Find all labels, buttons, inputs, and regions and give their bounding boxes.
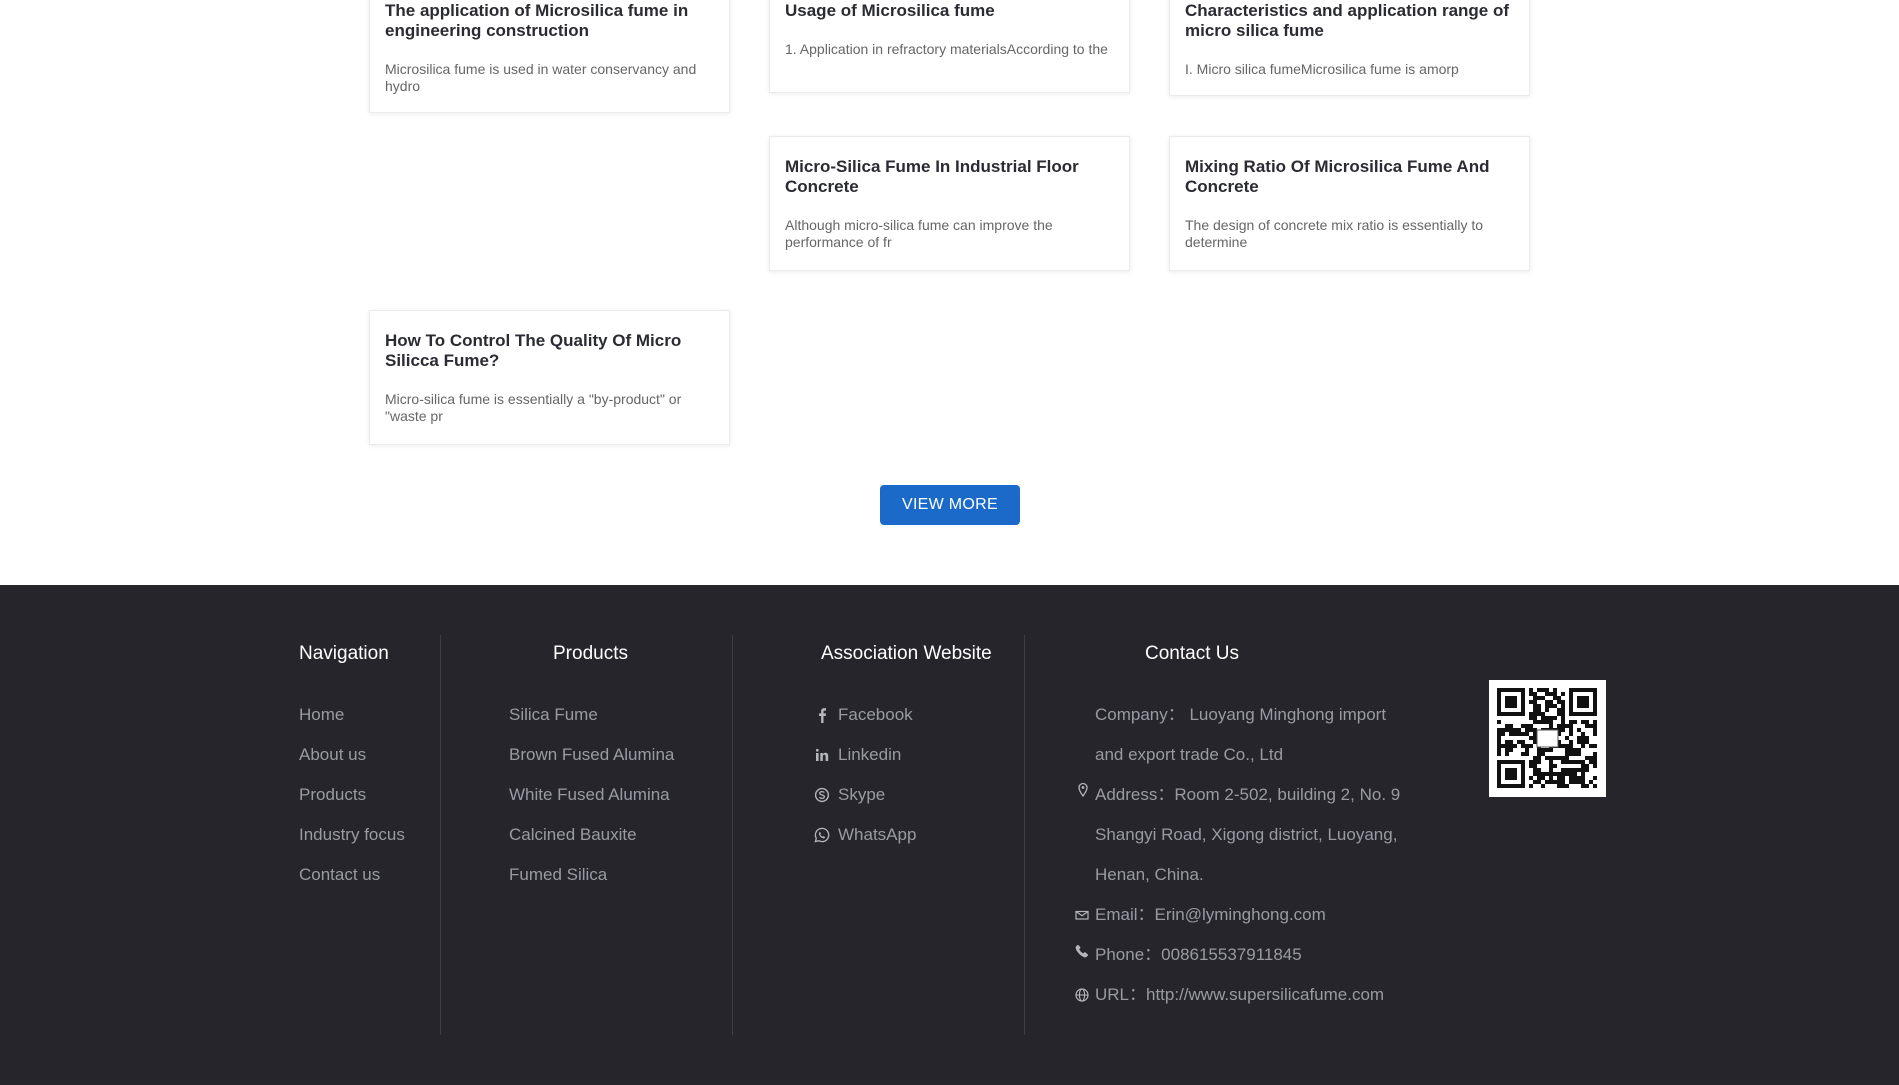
footer-link-products[interactable]: Products xyxy=(299,785,366,805)
article-excerpt: 1. Application in refractory materialsAc… xyxy=(785,41,1108,57)
email-icon xyxy=(1073,906,1091,924)
article-title[interactable]: Micro-Silica Fume In Industrial Floor Co… xyxy=(785,157,1114,197)
footer-navigation-title: Navigation xyxy=(299,643,389,664)
footer-product-white-fused-alumina[interactable]: White Fused Alumina xyxy=(509,785,670,805)
qr-code xyxy=(1489,680,1606,797)
footer-link-skype[interactable]: Skype xyxy=(838,785,885,805)
contact-address-cont: Henan, China. xyxy=(1095,865,1204,884)
footer-product-calcined-bauxite[interactable]: Calcined Bauxite xyxy=(509,825,637,845)
contact-phone: Phone：008615537911845 xyxy=(1095,945,1302,964)
footer-products-title: Products xyxy=(553,643,628,664)
article-title[interactable]: The application of Microsilica fume in e… xyxy=(385,1,714,41)
article-excerpt: Micro-silica fume is essentially a "by-p… xyxy=(385,391,682,424)
facebook-icon xyxy=(813,706,831,724)
contact-url[interactable]: URL：http://www.supersilicafume.com xyxy=(1095,985,1384,1005)
article-card[interactable]: Characteristics and application range of… xyxy=(1169,0,1530,96)
contact-address-cont: Shangyi Road, Xigong district, Luoyang, xyxy=(1095,825,1398,844)
contact-email[interactable]: Email：Erin@lyminghong.com xyxy=(1095,905,1326,925)
article-excerpt: Microsilica fume is used in water conser… xyxy=(385,61,697,94)
article-card[interactable]: How To Control The Quality Of Micro Sili… xyxy=(369,310,730,445)
linkedin-icon xyxy=(813,746,831,764)
location-pin-icon xyxy=(1074,781,1092,799)
article-card[interactable]: Mixing Ratio Of Microsilica Fume And Con… xyxy=(1169,136,1530,271)
footer-association-title: Association Website xyxy=(821,643,992,664)
footer-link-linkedin[interactable]: Linkedin xyxy=(838,745,901,765)
contact-company-cont: and export trade Co., Ltd xyxy=(1095,745,1284,764)
article-title[interactable]: Usage of Microsilica fume xyxy=(785,1,1114,21)
site-footer: Navigation Home About us Products Indust… xyxy=(0,585,1899,1085)
footer-product-brown-fused-alumina[interactable]: Brown Fused Alumina xyxy=(509,745,674,765)
footer-divider xyxy=(732,635,733,1035)
footer-product-fumed-silica[interactable]: Fumed Silica xyxy=(509,865,607,885)
contact-company: Company： Luoyang Minghong import xyxy=(1095,705,1387,724)
article-excerpt: The design of concrete mix ratio is esse… xyxy=(1185,217,1484,250)
footer-link-contact[interactable]: Contact us xyxy=(299,865,380,885)
qr-code-image xyxy=(1497,688,1597,788)
whatsapp-icon xyxy=(813,826,831,844)
article-card[interactable]: The application of Microsilica fume in e… xyxy=(369,0,730,113)
footer-link-industry-focus[interactable]: Industry focus xyxy=(299,825,405,845)
view-more-button[interactable]: VIEW MORE xyxy=(880,485,1020,525)
phone-icon xyxy=(1073,942,1091,960)
article-title[interactable]: How To Control The Quality Of Micro Sili… xyxy=(385,331,714,371)
contact-address: Address：Room 2-502, building 2, No. 9 xyxy=(1095,785,1401,804)
article-excerpt: Although micro-silica fume can improve t… xyxy=(785,217,1053,250)
globe-icon xyxy=(1073,986,1091,1004)
article-title[interactable]: Mixing Ratio Of Microsilica Fume And Con… xyxy=(1185,157,1514,197)
footer-link-whatsapp[interactable]: WhatsApp xyxy=(838,825,916,845)
footer-divider xyxy=(1024,635,1025,1035)
article-title[interactable]: Characteristics and application range of… xyxy=(1185,1,1514,41)
footer-link-about[interactable]: About us xyxy=(299,745,366,765)
footer-link-home[interactable]: Home xyxy=(299,705,344,725)
skype-icon xyxy=(813,786,831,804)
article-card[interactable]: Usage of Microsilica fume 1. Application… xyxy=(769,0,1130,93)
footer-product-silica-fume[interactable]: Silica Fume xyxy=(509,705,598,725)
footer-link-facebook[interactable]: Facebook xyxy=(838,705,913,725)
footer-contact-title: Contact Us xyxy=(1145,643,1239,664)
article-card[interactable]: Micro-Silica Fume In Industrial Floor Co… xyxy=(769,136,1130,271)
footer-divider xyxy=(440,635,441,1035)
article-excerpt: I. Micro silica fumeMicrosilica fume is … xyxy=(1185,61,1459,77)
